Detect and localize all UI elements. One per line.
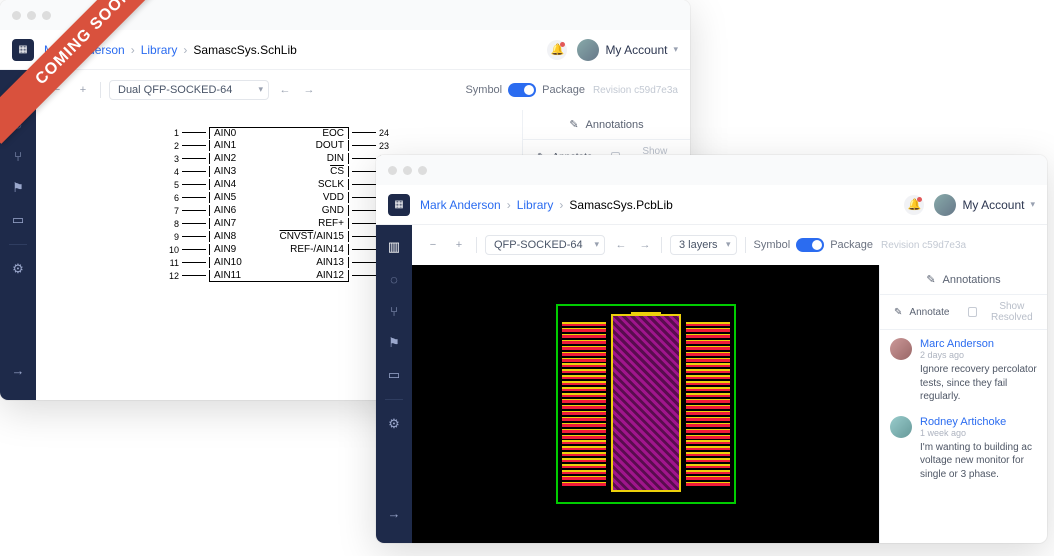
toggle-symbol-label: Symbol — [754, 239, 791, 251]
window-controls[interactable] — [388, 166, 427, 175]
revision-label: Revision c59d7e3a — [881, 240, 966, 251]
breadcrumb: Mark Anderson › Library › SamascSys.PcbL… — [420, 198, 673, 212]
component-select[interactable]: Dual QFP-SOCKED-64 — [109, 80, 269, 100]
toolbar: − + Dual QFP-SOCKED-64 ← → Symbol Packag… — [36, 70, 690, 110]
comment-author: Marc Anderson — [920, 338, 1037, 350]
app-icon[interactable]: ▦ — [388, 194, 410, 216]
avatar — [890, 338, 912, 360]
sidebar-documents-icon[interactable]: ▥ — [384, 237, 404, 257]
breadcrumb: Mark Anderson › Library › SamascSys.SchL… — [44, 43, 297, 57]
comment[interactable]: Rodney Artichoke 1 week ago I'm wanting … — [890, 416, 1037, 482]
comment-time: 2 days ago — [920, 350, 1037, 360]
crumb-library[interactable]: Library — [141, 43, 178, 57]
sidebar-box-icon[interactable]: ▭ — [384, 365, 404, 385]
comment-author: Rodney Artichoke — [920, 416, 1037, 428]
sidebar-collapse-icon[interactable]: → — [8, 360, 28, 380]
account-label: My Account — [605, 43, 667, 57]
comment[interactable]: Marc Anderson 2 days ago Ignore recovery… — [890, 338, 1037, 404]
tab-annotate[interactable]: Annotate — [880, 295, 964, 329]
comment-text: Ignore recovery percolator tests, since … — [920, 363, 1037, 404]
sidebar-settings-icon[interactable]: ⚙ — [384, 414, 404, 434]
zoom-in-icon[interactable]: + — [450, 236, 468, 254]
sidebar-flag-icon[interactable]: ⚑ — [384, 333, 404, 353]
toggle-package-label: Package — [542, 84, 585, 96]
toggle-package-label: Package — [830, 239, 873, 251]
notifications-icon[interactable]: 🔔 — [547, 40, 567, 60]
annotations-header: Annotations — [523, 110, 690, 140]
comment-time: 1 week ago — [920, 428, 1037, 438]
prev-button[interactable]: ← — [277, 82, 293, 98]
prev-button[interactable]: ← — [613, 237, 629, 253]
sidebar-chat-icon[interactable]: ◌ — [8, 114, 28, 134]
zoom-out-icon[interactable]: − — [424, 236, 442, 254]
toggle-symbol-label: Symbol — [465, 84, 502, 96]
zoom-in-icon[interactable]: + — [74, 81, 92, 99]
crumb-user[interactable]: Mark Anderson — [420, 198, 501, 212]
annotations-header: Annotations — [880, 265, 1047, 295]
sidebar-branch-icon[interactable]: ⑂ — [8, 146, 28, 166]
next-button[interactable]: → — [301, 82, 317, 98]
chevron-right-icon: › — [183, 43, 187, 57]
account-menu[interactable]: My Account ▾ — [577, 39, 678, 61]
sidebar-branch-icon[interactable]: ⑂ — [384, 301, 404, 321]
window-pcb: ▦ Mark Anderson › Library › SamascSys.Pc… — [376, 155, 1047, 543]
sidebar-collapse-icon[interactable]: → — [384, 503, 404, 523]
chevron-right-icon: › — [131, 43, 135, 57]
chevron-right-icon: › — [559, 198, 563, 212]
zoom-out-icon[interactable]: − — [48, 81, 66, 99]
window-controls[interactable] — [12, 11, 51, 20]
toolbar: − + QFP-SOCKED-64 ← → 3 layers Symbol Pa… — [412, 225, 1047, 265]
sidebar: ▥ ◌ ⑂ ⚑ ▭ ⚙ → — [376, 225, 412, 543]
layers-select[interactable]: 3 layers — [670, 235, 737, 255]
pcb-canvas[interactable] — [412, 265, 879, 543]
crumb-library[interactable]: Library — [517, 198, 554, 212]
titlebar — [0, 0, 690, 30]
sidebar-box-icon[interactable]: ▭ — [8, 210, 28, 230]
sidebar-documents-icon[interactable]: ▥ — [8, 82, 28, 102]
sidebar-chat-icon[interactable]: ◌ — [384, 269, 404, 289]
account-label: My Account — [962, 198, 1024, 212]
comment-text: I'm wanting to building ac voltage new m… — [920, 441, 1037, 482]
tab-show-resolved[interactable]: Show Resolved — [964, 295, 1048, 329]
sidebar-settings-icon[interactable]: ⚙ — [8, 259, 28, 279]
crumb-file: SamascSys.SchLib — [193, 43, 296, 57]
component-select[interactable]: QFP-SOCKED-64 — [485, 235, 605, 255]
titlebar — [376, 155, 1047, 185]
sidebar: ▥ ◌ ⑂ ⚑ ▭ ⚙ → — [0, 70, 36, 400]
sidebar-flag-icon[interactable]: ⚑ — [8, 178, 28, 198]
topbar: ▦ Mark Anderson › Library › SamascSys.Pc… — [376, 185, 1047, 225]
chevron-down-icon: ▾ — [673, 44, 678, 55]
avatar — [890, 416, 912, 438]
footprint — [556, 304, 736, 504]
avatar — [577, 39, 599, 61]
revision-label: Revision c59d7e3a — [593, 85, 678, 96]
chevron-right-icon: › — [507, 198, 511, 212]
app-icon[interactable]: ▦ — [12, 39, 34, 61]
chevron-down-icon: ▾ — [1030, 199, 1035, 210]
symbol-package-toggle[interactable] — [796, 238, 824, 252]
notifications-icon[interactable]: 🔔 — [904, 195, 924, 215]
topbar: ▦ Mark Anderson › Library › SamascSys.Sc… — [0, 30, 690, 70]
next-button[interactable]: → — [637, 237, 653, 253]
annotations-panel: Annotations Annotate Show Resolved Marc … — [879, 265, 1047, 543]
crumb-user[interactable]: Mark Anderson — [44, 43, 125, 57]
crumb-file: SamascSys.PcbLib — [569, 198, 672, 212]
symbol-package-toggle[interactable] — [508, 83, 536, 97]
avatar — [934, 194, 956, 216]
account-menu[interactable]: My Account ▾ — [934, 194, 1035, 216]
